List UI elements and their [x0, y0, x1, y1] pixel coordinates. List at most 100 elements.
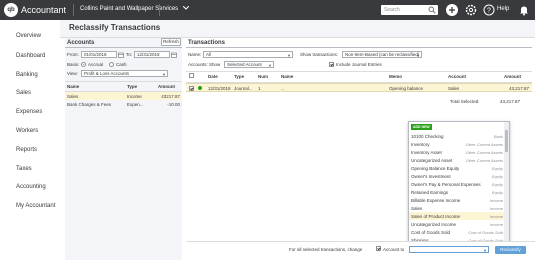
dropdown-item-type: Equity	[491, 181, 503, 187]
dropdown-item[interactable]: Uncategorized Asset Other Current Assets	[409, 156, 505, 164]
col-header-type[interactable]: Type	[234, 74, 244, 79]
dropdown-item[interactable]: 10100 Checking Bank	[409, 132, 505, 140]
help-link[interactable]: Help	[497, 6, 509, 12]
dropdown-item[interactable]: Inventory Asset Other Current Assets	[409, 148, 505, 156]
col-header-amount[interactable]: Amount	[504, 74, 521, 79]
dropdown-item-name: 10100 Checking	[411, 133, 444, 139]
company-label: Collins Paint and Wallpaper Services	[80, 6, 179, 12]
row-checkbox[interactable]	[189, 85, 194, 91]
company-name[interactable]: Collins Paint and Wallpaper Services	[80, 5, 190, 12]
accounts-show-label: Accounts: Show	[188, 62, 221, 67]
row-num: 1	[258, 86, 261, 91]
dropdown-item-name: Opening Balance Equity	[411, 165, 460, 171]
view-select[interactable]: Profit & Loss Accounts ▼	[81, 70, 168, 77]
show-transactions-select[interactable]: Non-Item-Based (can be reclassified) ▼	[342, 51, 422, 58]
dropdown-item[interactable]: Billable Expense Income Income	[409, 196, 505, 204]
accrual-label: Accrual	[88, 62, 104, 67]
chevron-down-icon: ▼	[268, 63, 272, 68]
brand-name: Accountant	[21, 5, 67, 15]
nav-item-sales[interactable]: Sales	[16, 90, 31, 96]
table-row[interactable]: Bank Charges & Fees Expen... -10.00	[65, 100, 182, 108]
qb-logo-icon[interactable]: qb	[4, 3, 18, 17]
dropdown-item-type: Equity	[491, 165, 503, 171]
table-row[interactable]: Sales Income 43217.87	[65, 92, 182, 100]
dropdown-item[interactable]: Cost of Goods Sold Cost of Goods Sold	[409, 228, 505, 236]
nav-item-accounting[interactable]: Accounting	[16, 184, 46, 190]
col-header-name[interactable]: Name	[281, 74, 293, 79]
dropdown-item[interactable]: Owner's Investment Equity	[409, 172, 505, 180]
help-icon[interactable]: ?	[483, 4, 495, 16]
accounts-show-select[interactable]: Selected Account ▼	[224, 61, 274, 68]
gear-icon[interactable]	[465, 4, 477, 16]
dropdown-item[interactable]: Sales Income	[409, 204, 505, 212]
row-name: Sales	[67, 93, 79, 99]
left-nav: Overview Dashboard Banking Sales Expense…	[0, 20, 60, 260]
plus-icon[interactable]	[446, 4, 458, 16]
dropdown-item[interactable]: Retained Earnings Equity	[409, 188, 505, 196]
account-to-checkbox[interactable]	[376, 246, 381, 251]
dropdown-item-name: Uncategorized Asset	[411, 157, 453, 163]
col-header-date[interactable]: Date	[208, 74, 218, 79]
dropdown-item[interactable]: Uncategorized Income Income	[409, 220, 505, 228]
chevron-down-icon: ▼	[483, 248, 487, 253]
add-new-button[interactable]: ADD NEW	[411, 124, 432, 130]
col-header-num[interactable]: Num	[258, 74, 268, 79]
nav-item-dashboard[interactable]: Dashboard	[16, 53, 45, 59]
panel-rule	[186, 71, 532, 72]
search-input[interactable]: Search	[381, 5, 438, 15]
nav-item-reports[interactable]: Reports	[16, 147, 37, 153]
dropdown-item[interactable]: Inventory Other Current Assets	[409, 140, 505, 148]
col-header-name[interactable]: Name	[67, 84, 79, 89]
cash-radio[interactable]	[109, 62, 114, 67]
show-transactions-label: Show transactions:	[300, 52, 339, 57]
dropdown-item[interactable]: Sales of Product Income Income	[409, 212, 505, 220]
dropdown-item-name: Sales of Product Income	[411, 213, 461, 219]
dropdown-item-name: Uncategorized Income	[411, 221, 457, 227]
account-to-input[interactable]: ▼	[409, 246, 489, 253]
dropdown-item-type: Income	[489, 213, 503, 219]
scrollbar[interactable]	[504, 122, 509, 244]
from-date-input[interactable]: 01/01/2018	[81, 51, 117, 58]
include-journal-label: Include Journal Entries	[336, 62, 382, 67]
dropdown-item[interactable]: Owner's Pay & Personal Expenses Equity	[409, 180, 505, 188]
dropdown-item-name: Inventory	[411, 141, 430, 147]
calendar-icon[interactable]	[118, 52, 124, 58]
name-select[interactable]: All ▼	[203, 51, 293, 58]
row-type: Income	[127, 93, 142, 99]
accrual-radio[interactable]	[81, 62, 86, 67]
col-header-type[interactable]: Type	[127, 84, 137, 89]
table-row[interactable]: 12/31/2018 Journal... 1 ... Opening bala…	[186, 83, 532, 92]
refresh-button[interactable]: Refresh	[161, 38, 181, 46]
bell-icon[interactable]	[518, 4, 530, 16]
calendar-icon[interactable]	[171, 52, 177, 58]
nav-item-overview[interactable]: Overview	[16, 33, 41, 39]
col-header-amount[interactable]: Amount	[158, 84, 175, 89]
basis-label: Basis:	[67, 62, 80, 67]
dropdown-item-type: Bank	[493, 133, 503, 139]
top-bar: qb Accountant Collins Paint and Wallpape…	[0, 0, 535, 20]
dropdown-item-type: Equity	[491, 173, 503, 179]
nav-item-banking[interactable]: Banking	[16, 72, 38, 78]
search-placeholder: Search	[384, 7, 400, 13]
dropdown-item-name: Billable Expense Income	[411, 197, 461, 203]
row-amount: 43217.87	[161, 93, 180, 99]
account-to-label: Account to	[383, 247, 405, 252]
include-journal-checkbox[interactable]	[329, 62, 334, 67]
nav-item-taxes[interactable]: Taxes	[16, 166, 32, 172]
reclassify-button[interactable]: Reclassify	[495, 246, 526, 254]
scrollbar-thumb[interactable]	[505, 130, 508, 152]
from-label: From:	[67, 52, 79, 57]
divider	[73, 4, 74, 16]
dropdown-item[interactable]: Opening Balance Equity Equity	[409, 164, 505, 172]
nav-item-workers[interactable]: Workers	[16, 128, 38, 134]
dropdown-item-name: Owner's Pay & Personal Expenses	[411, 181, 481, 187]
accounts-show-value: Selected Account	[227, 62, 262, 67]
col-header-account[interactable]: Account	[448, 74, 466, 79]
cash-label: Cash	[116, 62, 127, 67]
select-all-checkbox[interactable]	[189, 73, 194, 78]
row-amount: -10.00	[167, 101, 180, 107]
to-date-input[interactable]: 12/31/2018	[134, 51, 170, 58]
col-header-memo[interactable]: Memo	[389, 74, 402, 79]
nav-item-my-accountant[interactable]: My Accountant	[16, 203, 55, 209]
nav-item-expenses[interactable]: Expenses	[16, 109, 42, 115]
